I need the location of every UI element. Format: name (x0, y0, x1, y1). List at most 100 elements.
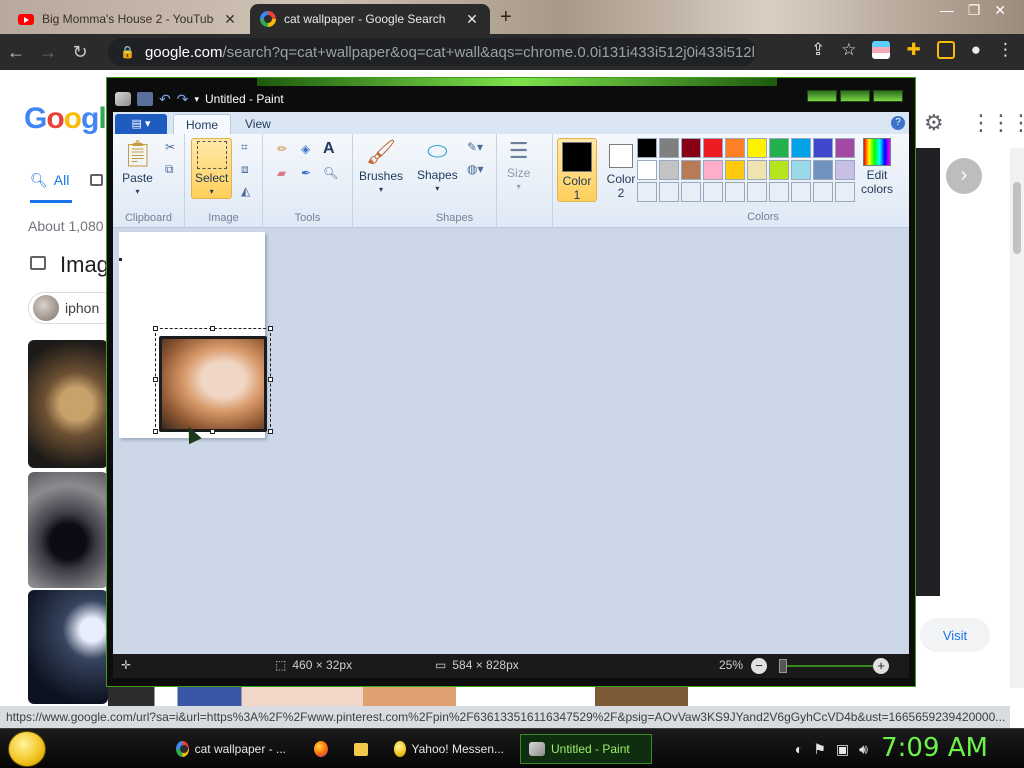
close-tab-icon[interactable]: ✕ (464, 11, 480, 28)
forward-arrow-icon[interactable]: → (32, 42, 64, 63)
brushes-button[interactable]: 🖌︎ Brushes ▾ (359, 138, 403, 194)
palette-swatch[interactable] (769, 138, 789, 158)
palette-swatch[interactable] (813, 138, 833, 158)
paint-close-button[interactable] (873, 90, 903, 102)
share-icon[interactable]: ⇪ (811, 40, 825, 60)
visit-button[interactable]: Visit (920, 618, 990, 652)
taskbar-item-chrome[interactable]: cat wallpaper - ... (168, 734, 294, 764)
select-button[interactable]: Select ▾ (191, 138, 233, 199)
size-button[interactable]: ☰ Size ▾ (507, 138, 530, 191)
palette-swatch[interactable] (791, 138, 811, 158)
color2-button[interactable]: Color 2 (601, 138, 641, 202)
extension-flag-icon[interactable] (872, 41, 891, 59)
action-center-flag-icon[interactable]: ⚑ (813, 741, 826, 758)
paint-app-icon[interactable] (115, 92, 131, 106)
start-button-smiley-icon[interactable] (8, 731, 46, 767)
palette-swatch[interactable] (681, 138, 701, 158)
drawing-canvas[interactable] (119, 232, 273, 445)
palette-swatch[interactable] (747, 138, 767, 158)
palette-swatch[interactable] (703, 182, 723, 202)
profile-avatar-icon[interactable]: ● (971, 40, 981, 60)
color-picker-icon[interactable]: ✒ (301, 166, 311, 180)
magnifier-icon[interactable]: 🔍︎ (323, 166, 338, 180)
browser-menu-icon[interactable]: ⋮ (997, 40, 1014, 60)
paint-menu-button[interactable]: ▤ ▾ (115, 114, 167, 134)
palette-swatch[interactable] (637, 182, 657, 202)
zoom-out-button[interactable]: − (751, 658, 767, 674)
paint-maximize-button[interactable] (840, 90, 870, 102)
image-result-thumbnail[interactable] (28, 590, 108, 704)
lock-icon[interactable]: 🔒 (120, 45, 135, 59)
close-tab-icon[interactable]: ✕ (222, 11, 238, 28)
cut-icon[interactable]: ✂ (165, 140, 175, 154)
palette-swatch[interactable] (835, 138, 855, 158)
side-panel-icon[interactable] (936, 41, 955, 59)
selection-handle[interactable] (153, 377, 158, 382)
copy-icon[interactable]: ⧉ (165, 162, 174, 177)
zoom-slider[interactable] (783, 665, 883, 667)
palette-swatch[interactable] (637, 160, 657, 180)
undo-icon[interactable]: ↶ (159, 91, 171, 108)
palette-swatch[interactable] (681, 182, 701, 202)
network-icon[interactable]: ▣ (836, 741, 849, 758)
image-result-thumbnail[interactable] (28, 340, 108, 468)
palette-swatch[interactable] (813, 182, 833, 202)
palette-swatch[interactable] (747, 160, 767, 180)
selection-handle[interactable] (153, 429, 158, 434)
volume-icon[interactable]: 🔊︎ (859, 741, 868, 758)
page-scrollbar[interactable] (1010, 148, 1024, 688)
selection-handle[interactable] (268, 377, 273, 382)
color1-button[interactable]: Color 1 (557, 138, 597, 202)
palette-swatch[interactable] (769, 160, 789, 180)
images-tab-icon[interactable] (90, 174, 103, 186)
scrollbar-thumb[interactable] (1013, 182, 1021, 254)
palette-swatch[interactable] (747, 182, 767, 202)
selection-handle[interactable] (268, 326, 273, 331)
search-tab-all[interactable]: 🔍︎ All (30, 172, 73, 203)
taskbar-item-firefox[interactable] (306, 734, 336, 764)
palette-swatch[interactable] (703, 138, 723, 158)
palette-swatch[interactable] (725, 160, 745, 180)
tab-home[interactable]: Home (173, 114, 232, 134)
address-bar[interactable]: 🔒 google.com/search?q=cat+wallpaper&oq=c… (108, 38, 756, 66)
next-arrow-icon[interactable]: › (946, 158, 982, 194)
customize-dropdown-icon[interactable]: ▾ (194, 94, 199, 105)
selection-handle[interactable] (210, 429, 215, 434)
palette-swatch[interactable] (835, 160, 855, 180)
palette-swatch[interactable] (791, 182, 811, 202)
back-arrow-icon[interactable]: ← (0, 42, 32, 63)
palette-swatch[interactable] (769, 182, 789, 202)
fill-icon[interactable]: ◍▾ (467, 162, 484, 176)
palette-swatch[interactable] (659, 138, 679, 158)
outline-icon[interactable]: ✎▾ (467, 140, 483, 154)
zoom-slider-thumb[interactable] (779, 659, 787, 673)
extensions-puzzle-icon[interactable]: ✚ (906, 40, 920, 60)
apps-grid-icon[interactable]: ⋮⋮⋮ (970, 110, 1024, 136)
canvas-resize-handle[interactable] (119, 258, 122, 261)
edit-colors-button[interactable]: Edit colors (859, 138, 895, 196)
minimize-button[interactable]: — (940, 2, 954, 19)
taskbar-item-yahoo-messenger[interactable]: Yahoo! Messen... (386, 734, 512, 764)
eraser-icon[interactable]: ▰ (277, 166, 286, 180)
selection-box[interactable] (153, 326, 273, 434)
selection-handle[interactable] (153, 326, 158, 331)
taskbar-item-explorer[interactable] (346, 734, 376, 764)
palette-swatch[interactable] (703, 160, 723, 180)
selection-handle[interactable] (268, 429, 273, 434)
new-tab-button[interactable]: + (500, 6, 512, 29)
palette-swatch[interactable] (725, 138, 745, 158)
rotate-icon[interactable]: ◭ (241, 184, 250, 198)
palette-swatch[interactable] (681, 160, 701, 180)
fill-bucket-icon[interactable]: ◈ (301, 142, 310, 156)
paste-button[interactable]: 📋︎ Paste ▾ (121, 138, 154, 196)
selection-handle[interactable] (210, 326, 215, 331)
taskbar-clock[interactable]: 7:09 AM (881, 733, 988, 763)
tab-view[interactable]: View (233, 114, 283, 134)
redo-icon[interactable]: ↷ (177, 91, 189, 108)
palette-swatch[interactable] (791, 160, 811, 180)
tab-youtube[interactable]: Big Momma's House 2 - YouTube ✕ (8, 4, 248, 34)
image-results-row[interactable] (108, 686, 688, 708)
settings-gear-icon[interactable]: ⚙ (924, 110, 944, 136)
taskbar-item-paint[interactable]: Untitled - Paint (520, 734, 652, 764)
pencil-icon[interactable]: ✏ (277, 142, 287, 156)
